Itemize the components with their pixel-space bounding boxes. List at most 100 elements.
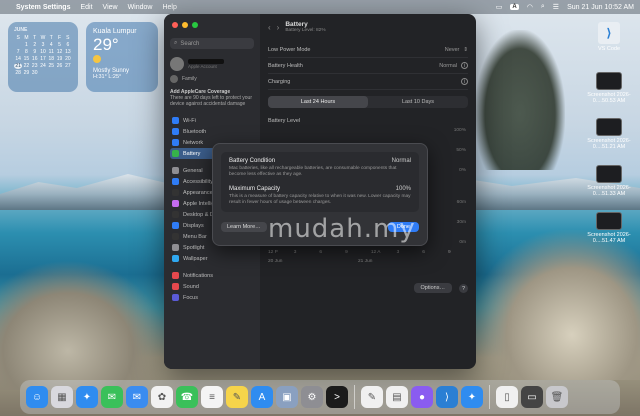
weather-temp: 29°	[93, 35, 119, 54]
battery-level-heading: Battery Level	[268, 118, 301, 124]
close-button[interactable]	[172, 22, 178, 28]
control-center-icon[interactable]: ☰	[553, 3, 559, 11]
reminders-icon[interactable]: ≡	[201, 386, 223, 408]
pane-titlebar: ‹ › Battery Battery Level: 82%	[268, 18, 468, 36]
calendar-widget[interactable]: JUNE S M T W T F S 1 2 3 4 5 6 7 8 9 10 11 12 13 14 15 16 17 18 1…	[8, 22, 78, 92]
menu-window[interactable]: Window	[128, 4, 153, 11]
desktop-icon-label: Screenshot 2026-0....51.21 AM	[587, 138, 631, 150]
screenshot-file-icon	[596, 212, 622, 230]
maximum-capacity-desc: This is a measure of battery capacity re…	[229, 194, 411, 205]
sidebar-item-notifications[interactable]: Notifications	[170, 270, 254, 281]
calendar-day: 24	[40, 63, 46, 69]
textedit-icon[interactable]: ✎	[361, 386, 383, 408]
zoom-button[interactable]	[192, 22, 198, 28]
calendar-icon[interactable]: ▤	[386, 386, 408, 408]
calendar-day: 12	[56, 49, 63, 55]
battery-condition-desc: Mac batteries, like all rechargeable bat…	[229, 166, 397, 177]
app-menu[interactable]: System Settings	[16, 4, 70, 11]
preview-icon[interactable]: ▣	[276, 386, 298, 408]
desktop-icon-screenshot[interactable]: Screenshot 2026-0....50.53 AM	[580, 72, 638, 104]
terminal-icon[interactable]: >	[326, 386, 348, 408]
learn-more-button[interactable]: Learn More…	[221, 222, 267, 232]
sidebar-item-label: Spotlight	[183, 244, 205, 251]
applecare-text: There are 90 days left to protect your d…	[170, 95, 252, 107]
desktop-icon-screenshot[interactable]: Screenshot 2026-0....51.21 AM	[580, 118, 638, 150]
tick-0: 0%	[459, 168, 466, 173]
info-icon[interactable]: i	[461, 62, 468, 69]
info-icon[interactable]: i	[461, 78, 468, 85]
x-tick-label: 9	[448, 250, 451, 255]
sidebar-item-wallpaper[interactable]: Wallpaper	[170, 253, 254, 264]
wifi-icon[interactable]: ◠	[527, 3, 533, 11]
photos-icon[interactable]: ✿	[151, 386, 173, 408]
calendar-day: 2	[33, 42, 37, 48]
sidebar-item-focus[interactable]: Focus	[170, 292, 254, 303]
sidebar-item-label: General	[183, 167, 203, 174]
battery-condition-label: Battery Condition	[229, 158, 276, 164]
sidebar-item-sound[interactable]: Sound	[170, 281, 254, 292]
desktop-icon-vscode[interactable]: ⟩ VS Code	[580, 22, 638, 52]
search-icon[interactable]: ⌕	[541, 3, 545, 11]
calendar-weekday: W	[40, 35, 46, 41]
forward-icon[interactable]: ›	[277, 23, 280, 32]
desktop-icon-screenshot[interactable]: Screenshot 2026-0....51.33 AM	[580, 165, 638, 197]
sidebar-item-bluetooth[interactable]: Bluetooth	[170, 126, 254, 137]
safari-icon[interactable]: ✦	[76, 386, 98, 408]
watermark-text: mudah.my	[268, 214, 416, 244]
sidebar-item-wi-fi[interactable]: Wi-Fi	[170, 115, 254, 126]
account-row[interactable]: Apple Account	[170, 57, 254, 71]
window-controls	[172, 22, 254, 28]
messages-icon[interactable]: ✉	[101, 386, 123, 408]
menu-help[interactable]: Help	[162, 4, 176, 11]
sidebar-item-icon	[172, 167, 179, 174]
x-date-label: 20 Jun	[268, 259, 283, 264]
sidebar-item-icon	[172, 211, 179, 218]
back-icon[interactable]: ‹	[268, 23, 271, 32]
safari-2-icon[interactable]: ✦	[461, 386, 483, 408]
sidebar-item-icon	[172, 222, 179, 229]
options-button[interactable]: Options…	[413, 283, 452, 293]
sidebar-item-icon	[172, 294, 179, 301]
calendar-day: 6	[66, 42, 70, 48]
family-row[interactable]: Family	[170, 75, 254, 83]
chevron-updown-icon: ⇕	[463, 46, 468, 53]
sidebar-search[interactable]: ⌕ Search	[170, 38, 254, 49]
vscode-icon[interactable]: ⟩	[436, 386, 458, 408]
battery-condition-row: Battery Condition Normal	[229, 158, 411, 164]
mail-icon[interactable]: ✉	[126, 386, 148, 408]
app-store-icon[interactable]: A	[251, 386, 273, 408]
calendar-day: 23	[31, 63, 38, 69]
calendar-day: 7	[16, 49, 20, 55]
menu-view[interactable]: View	[103, 4, 118, 11]
screenshot-file-icon	[596, 165, 622, 183]
siri-icon[interactable]: ●	[411, 386, 433, 408]
menubar-clock[interactable]: Sun 21 Jun 10:52 AM	[567, 4, 634, 11]
low-power-select[interactable]: Never ⇕	[445, 47, 468, 53]
applecare-suggestion[interactable]: Add AppleCare Coverage There are 90 days…	[170, 89, 254, 107]
screenshot-icon[interactable]: ▭	[521, 386, 543, 408]
facetime-icon[interactable]: ☎	[176, 386, 198, 408]
calendar-day: 10	[40, 49, 46, 55]
launchpad-icon[interactable]: ▦	[51, 386, 73, 408]
minimize-button[interactable]	[182, 22, 188, 28]
sidebar-item-label: Accessibility	[183, 178, 213, 185]
menu-edit[interactable]: Edit	[80, 4, 92, 11]
help-button[interactable]: ?	[459, 284, 468, 293]
calendar-weekday: T	[33, 35, 37, 41]
system-settings-icon[interactable]: ⚙	[301, 386, 323, 408]
document-icon[interactable]: ▯	[496, 386, 518, 408]
notes-icon[interactable]: ✎	[226, 386, 248, 408]
dock-separator	[489, 385, 490, 409]
desktop-icon-screenshot[interactable]: Screenshot 2026-0....51.47 AM	[580, 212, 638, 244]
tab-last-24-hours[interactable]: Last 24 Hours	[268, 96, 368, 108]
trash-icon[interactable]: 🗑	[546, 386, 568, 408]
tick-100: 100%	[453, 128, 466, 133]
calendar-weekday: S	[16, 35, 20, 41]
weather-widget[interactable]: Kuala Lumpur 29° Mostly Sunny H:31° L:25…	[86, 22, 158, 92]
x-tick-label: 6	[319, 250, 323, 255]
input-source-icon[interactable]: A	[510, 4, 519, 10]
battery-status-icon[interactable]: ▭	[496, 3, 503, 11]
tab-last-10-days[interactable]: Last 10 Days	[368, 96, 468, 108]
finder-icon[interactable]: ☺	[26, 386, 48, 408]
sidebar-item-label: Network	[183, 139, 204, 146]
